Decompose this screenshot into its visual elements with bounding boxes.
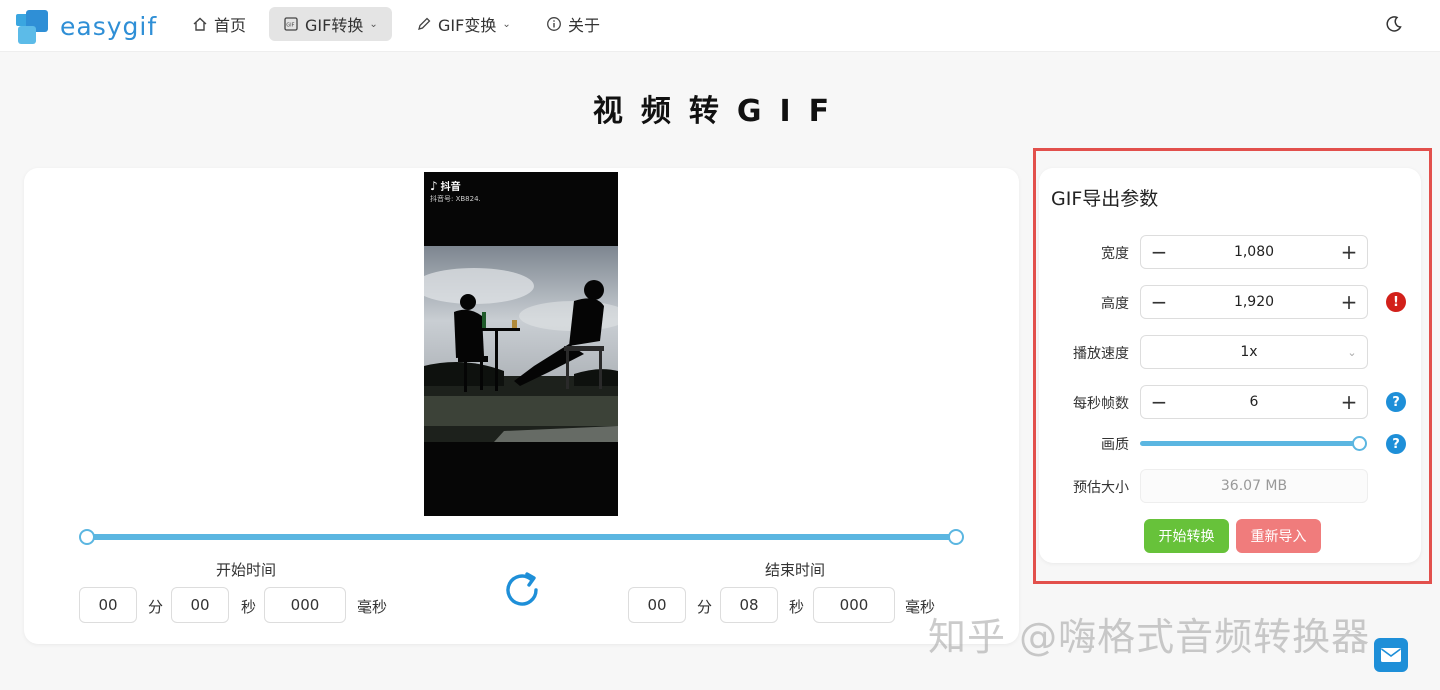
end-minutes-unit: 分 (697, 598, 713, 616)
start-minutes-unit: 分 (148, 598, 164, 616)
end-seconds-input[interactable]: 08 (720, 587, 778, 623)
start-minutes-input[interactable]: 00 (79, 587, 137, 623)
quality-slider[interactable] (1140, 436, 1367, 451)
nav-item-home[interactable]: 首页 (178, 7, 260, 41)
help-icon[interactable]: ? (1386, 392, 1406, 412)
page-title: 视频转GIF (592, 94, 848, 129)
nav-item-label: GIF变换 (438, 16, 497, 35)
refresh-icon[interactable] (500, 568, 544, 612)
speed-select[interactable]: 1x ⌄ (1140, 335, 1368, 369)
nav-item-label: 首页 (214, 16, 247, 35)
speed-label: 播放速度 (1073, 346, 1129, 362)
end-seconds-unit: 秒 (789, 598, 805, 616)
height-increment-button[interactable]: + (1331, 286, 1367, 318)
fps-stepper: − 6 + (1140, 385, 1368, 419)
estimated-size-value: 36.07 MB (1140, 469, 1368, 503)
end-time-label: 结束时间 (765, 561, 826, 579)
width-decrement-button[interactable]: − (1141, 236, 1177, 268)
fps-label: 每秒帧数 (1073, 396, 1129, 412)
info-icon (547, 17, 561, 31)
dark-mode-toggle-icon[interactable] (1384, 14, 1404, 34)
start-ms-input[interactable]: 000 (264, 587, 346, 623)
tiktok-account-id: 抖音号: XB824. (430, 195, 481, 203)
export-panel-title: GIF导出参数 (1051, 188, 1159, 210)
home-icon (193, 17, 207, 31)
speed-value: 1x (1240, 344, 1258, 360)
nav-item-gif-transform[interactable]: GIF变换 ⌄ (402, 7, 525, 41)
chevron-down-icon: ⌄ (369, 18, 378, 30)
width-stepper: − 1,080 + (1140, 235, 1368, 269)
start-seconds-input[interactable]: 00 (171, 587, 229, 623)
width-label: 宽度 (1101, 246, 1129, 262)
logo-icon (16, 8, 50, 44)
mail-button[interactable] (1374, 638, 1408, 672)
start-convert-button[interactable]: 开始转换 (1144, 519, 1229, 553)
trim-start-handle[interactable] (79, 529, 95, 545)
height-decrement-button[interactable]: − (1141, 286, 1177, 318)
video-frame-image (424, 246, 618, 442)
tiktok-note-icon: ♪ (430, 178, 438, 193)
logo[interactable]: easygif (16, 6, 157, 46)
end-minutes-input[interactable]: 00 (628, 587, 686, 623)
nav-item-about[interactable]: 关于 (532, 7, 614, 41)
video-preview[interactable]: ♪ 抖音 抖音号: XB824. (424, 172, 618, 516)
quality-slider-handle[interactable] (1352, 436, 1367, 451)
end-ms-input[interactable]: 000 (813, 587, 895, 623)
warning-icon[interactable]: ! (1386, 292, 1406, 312)
top-nav: easygif 首页 GIF GIF转换 ⌄ GIF变换 ⌄ 关于 (0, 0, 1440, 52)
help-icon[interactable]: ? (1386, 434, 1406, 454)
width-increment-button[interactable]: + (1331, 236, 1367, 268)
mail-icon (1381, 648, 1401, 662)
gif-export-panel: GIF导出参数 宽度 − 1,080 + 高度 − 1,920 + ! 播放速度… (1039, 168, 1421, 563)
logo-text: easygif (60, 11, 158, 41)
svg-text:GIF: GIF (286, 23, 294, 29)
height-label: 高度 (1101, 296, 1129, 312)
nav-item-gif-convert[interactable]: GIF GIF转换 ⌄ (269, 7, 392, 41)
chevron-down-icon: ⌄ (1347, 345, 1357, 359)
gif-file-icon: GIF (284, 17, 298, 31)
height-value[interactable]: 1,920 (1177, 294, 1331, 310)
chevron-down-icon: ⌄ (502, 18, 511, 30)
trim-end-handle[interactable] (948, 529, 964, 545)
start-seconds-unit: 秒 (241, 598, 257, 616)
nav-item-label: GIF转换 (305, 16, 364, 35)
trim-range-slider[interactable] (79, 529, 964, 545)
start-ms-unit: 毫秒 (357, 598, 388, 616)
start-time-label: 开始时间 (216, 561, 277, 579)
tiktok-logo: ♪ 抖音 (430, 178, 461, 194)
nav-item-label: 关于 (568, 16, 601, 35)
estimate-label: 预估大小 (1073, 480, 1129, 496)
watermark: 知乎 @嗨格式音频转换器 (928, 615, 1371, 659)
tiktok-app-name: 抖音 (440, 182, 461, 193)
reimport-button[interactable]: 重新导入 (1236, 519, 1321, 553)
video-preview-panel: ♪ 抖音 抖音号: XB824. 开始时间 00 分 00 秒 000 毫秒 结… (24, 168, 1019, 644)
quality-label: 画质 (1101, 437, 1129, 453)
fps-value[interactable]: 6 (1177, 394, 1331, 410)
fps-decrement-button[interactable]: − (1141, 386, 1177, 418)
pencil-icon (418, 17, 431, 30)
width-value[interactable]: 1,080 (1177, 244, 1331, 260)
fps-increment-button[interactable]: + (1331, 386, 1367, 418)
height-stepper: − 1,920 + (1140, 285, 1368, 319)
